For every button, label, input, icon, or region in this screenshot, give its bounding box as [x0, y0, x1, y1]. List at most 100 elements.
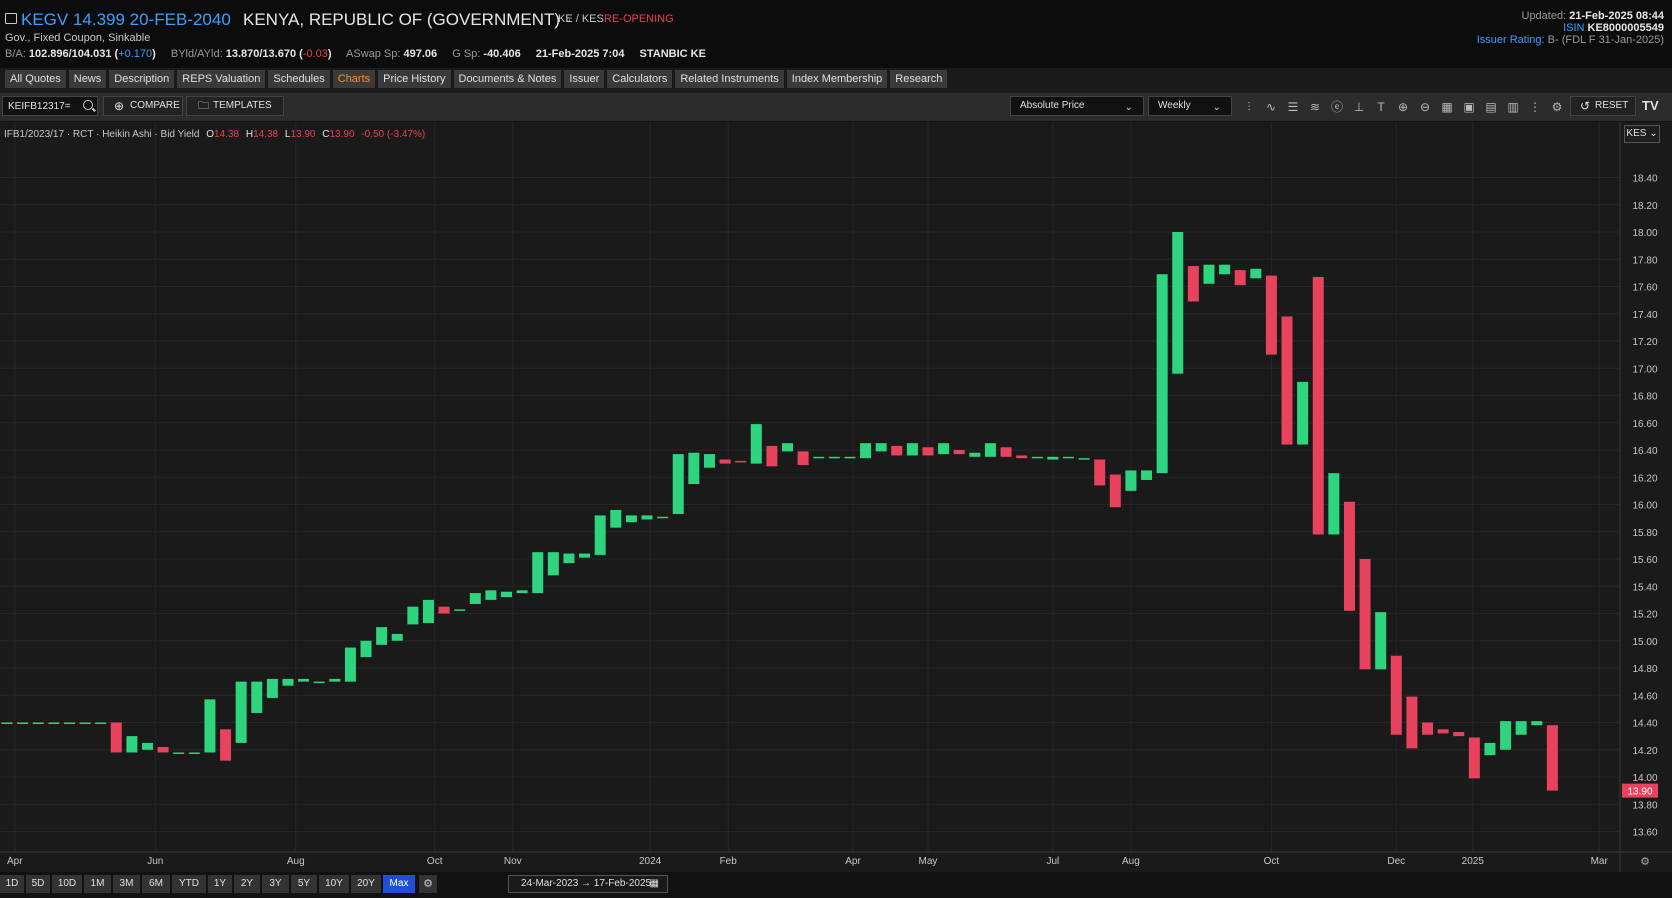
reset-button[interactable]: ↺ RESET: [1570, 96, 1636, 116]
candle: [719, 459, 731, 464]
indicators-icon[interactable]: ∿: [1260, 100, 1282, 114]
chart-area[interactable]: 18.40 18.20 18.00 17.80 17.60 17.40 17.20 17.00…: [0, 122, 1672, 872]
legend-change: -0.50 (-3.47%): [361, 129, 426, 140]
waves-icon[interactable]: ≋: [1304, 100, 1326, 114]
bar-chart-icon[interactable]: ▥: [1502, 100, 1524, 114]
window-icon[interactable]: [5, 13, 17, 24]
legend-high-label: H: [245, 129, 254, 140]
candle: [547, 552, 559, 576]
period-5d[interactable]: 5D: [26, 875, 50, 893]
tab-research[interactable]: Research: [890, 70, 948, 88]
update-info: Updated: 21-Feb-2025 08:44 ISIN KE800000…: [1477, 10, 1664, 46]
tab-related-instruments[interactable]: Related Instruments: [675, 70, 784, 88]
legend-open-value: 14.38: [214, 129, 240, 140]
instrument-ric[interactable]: KEGV 14.399 20-FEB-2040: [5, 10, 231, 30]
candle: [953, 450, 965, 455]
x-tick-label: Mar: [1591, 856, 1609, 867]
period-10y[interactable]: 10Y: [319, 875, 349, 893]
rating-label[interactable]: Issuer Rating:: [1477, 34, 1545, 46]
y-tick-label: 14.80: [1632, 664, 1657, 675]
tab-all-quotes[interactable]: All Quotes: [5, 70, 66, 88]
candle: [1328, 473, 1340, 535]
templates-button[interactable]: 🗀 TEMPLATES: [186, 96, 284, 116]
candle: [1062, 456, 1074, 459]
candle: [1016, 455, 1028, 459]
crosshair-icon[interactable]: ⊥: [1348, 100, 1370, 114]
period-max[interactable]: Max: [383, 875, 415, 893]
candle: [454, 609, 466, 611]
reset-label: RESET: [1595, 100, 1629, 111]
period-bar: 24-Mar-2023 → 17-Feb-2025 ▦ 1D 5D 10D 1M 3M 6M…: [0, 872, 1672, 898]
period-1d[interactable]: 1D: [0, 875, 24, 893]
events-icon[interactable]: ⓔ: [1326, 100, 1348, 114]
candles-icon[interactable]: ⫶: [1238, 100, 1260, 114]
save-icon[interactable]: ▤: [1480, 100, 1502, 114]
tab-price-history[interactable]: Price History: [378, 70, 451, 88]
issuer-name[interactable]: KENYA, REPUBLIC OF (GOVERNMENT) ⌄: [243, 10, 572, 30]
candle: [860, 443, 872, 459]
period-10d[interactable]: 10D: [52, 875, 82, 893]
tab-charts[interactable]: Charts: [332, 70, 376, 88]
candle: [204, 699, 216, 753]
x-tick-label: Dec: [1387, 856, 1405, 867]
period-ytd[interactable]: YTD: [172, 875, 206, 893]
period-5y[interactable]: 5Y: [291, 875, 317, 893]
search-icon[interactable]: [83, 100, 93, 110]
tab-calculators[interactable]: Calculators: [607, 70, 673, 88]
symbol-search-value[interactable]: KEIFB12317=: [8, 101, 71, 112]
period-3y[interactable]: 3Y: [262, 875, 289, 893]
compare-button[interactable]: ⊕ COMPARE: [103, 96, 183, 116]
axis-settings-icon[interactable]: ⚙: [1640, 855, 1650, 868]
candle: [1343, 501, 1355, 611]
currency-button[interactable]: KES ⌄: [1624, 125, 1660, 143]
x-tick-label: Jun: [147, 856, 163, 867]
candle: [32, 722, 44, 724]
candle: [610, 509, 622, 528]
x-tick-label: Oct: [427, 856, 443, 867]
period-20y[interactable]: 20Y: [351, 875, 381, 893]
candle: [1422, 722, 1434, 735]
tab-issuer[interactable]: Issuer: [564, 70, 605, 88]
period-1m[interactable]: 1M: [84, 875, 111, 893]
period-6m[interactable]: 6M: [142, 875, 170, 893]
instrument-header: KEGV 14.399 20-FEB-2040 KENYA, REPUBLIC …: [0, 0, 1672, 68]
tab-news[interactable]: News: [68, 70, 107, 88]
more-icon[interactable]: ⋮: [1524, 100, 1546, 114]
quote-source: STANBIC KE: [639, 48, 706, 60]
ric-label[interactable]: KEGV 14.399 20-FEB-2040: [21, 10, 231, 29]
candle: [1453, 732, 1465, 737]
legend-close-value: 13.90: [329, 129, 355, 140]
y-tick-label: 17.20: [1632, 337, 1657, 348]
y-tick-label: 17.80: [1632, 255, 1657, 266]
symbol-search-input[interactable]: KEIFB12317=: [2, 96, 98, 116]
text-icon[interactable]: T: [1370, 100, 1392, 114]
candle: [422, 599, 434, 624]
price-type-dropdown[interactable]: Absolute Price ⌄: [1010, 96, 1144, 116]
candle: [1390, 655, 1402, 735]
updated-value: 21-Feb-2025 08:44: [1569, 10, 1664, 22]
tab-documents-notes[interactable]: Documents & Notes: [453, 70, 562, 88]
tab-description[interactable]: Description: [109, 70, 175, 88]
period-settings-icon[interactable]: ⚙: [419, 875, 437, 893]
settings-icon[interactable]: ⚙: [1546, 100, 1568, 114]
issuer-label[interactable]: KENYA, REPUBLIC OF (GOVERNMENT): [243, 10, 560, 29]
zoom-out-icon[interactable]: ⊖: [1414, 100, 1436, 114]
date-range-input[interactable]: 24-Mar-2023 → 17-Feb-2025 ▦: [508, 875, 668, 893]
candle: [1281, 316, 1293, 445]
zoom-in-icon[interactable]: ⊕: [1392, 100, 1414, 114]
legend-high-value: 14.38: [253, 129, 279, 140]
period-2y[interactable]: 2Y: [234, 875, 260, 893]
grid-icon[interactable]: ▦: [1436, 100, 1458, 114]
tab-index-membership[interactable]: Index Membership: [786, 70, 888, 88]
interval-dropdown[interactable]: Weekly ⌄: [1148, 96, 1232, 116]
price-chart[interactable]: 18.40 18.20 18.00 17.80 17.60 17.40 17.20 17.00…: [0, 122, 1672, 872]
tab-schedules[interactable]: Schedules: [268, 70, 330, 88]
period-3m[interactable]: 3M: [113, 875, 140, 893]
table-icon[interactable]: ☰: [1282, 100, 1304, 114]
tab-reps-valuation[interactable]: REPS Valuation: [177, 70, 266, 88]
y-tick-label: 18.20: [1632, 201, 1657, 212]
period-1y[interactable]: 1Y: [208, 875, 232, 893]
chevron-down-icon: ⌄: [1649, 128, 1658, 139]
candle: [391, 633, 403, 641]
layout-icon[interactable]: ▣: [1458, 100, 1480, 114]
